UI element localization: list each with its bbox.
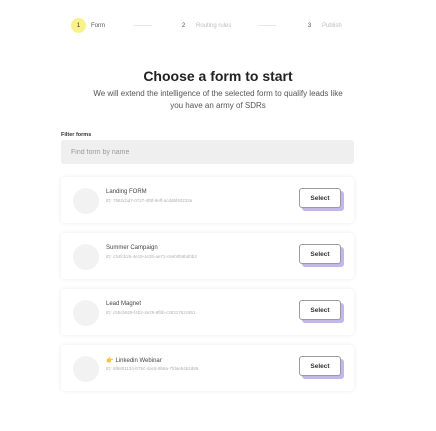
form-card: Landing FORM ID: 7582cbd7-0727-4f8f-9eff… xyxy=(61,177,354,223)
select-button[interactable]: Select xyxy=(299,244,341,264)
form-name: Landing FORM xyxy=(106,189,147,195)
form-id: ID: c34fcb26-4e19-4c2b-ae71-c6eb0b6bd0b2 xyxy=(106,254,197,259)
form-id: ID: 7582cbd7-0727-4f8f-9eff-acdd6f40233a xyxy=(106,198,193,203)
select-button[interactable]: Select xyxy=(299,356,341,376)
step-label: Routing rules xyxy=(196,22,232,29)
form-id: ID: c55cb929-f4b2-4e29-8fbb-c2831762c861 xyxy=(106,310,196,315)
form-id: ID: 6f6801134-b75c-4ac6-9b8a-7fdae54b2d6… xyxy=(106,366,199,371)
filter-label: Filter forms xyxy=(61,132,92,138)
step-number: 3 xyxy=(307,22,312,29)
progress-stepper: 1 Form 2 Routing rules 3 Publish xyxy=(0,16,436,36)
step-divider xyxy=(258,25,276,26)
step-divider xyxy=(134,25,152,26)
form-name-text: Linkedin Webinar xyxy=(115,358,162,364)
form-name: 👉 Linkedin Webinar xyxy=(106,357,162,364)
form-card: Lead Magnet ID: c55cb929-f4b2-4e29-8fbb-… xyxy=(61,289,354,335)
step-number: 1 xyxy=(71,18,86,33)
step-label: Form xyxy=(91,22,105,29)
form-thumbnail xyxy=(73,300,99,326)
step-routing-rules: 2 Routing rules xyxy=(176,18,232,33)
form-card: 👉 Linkedin Webinar ID: 6f6801134-b75c-4ac… xyxy=(61,345,354,391)
form-thumbnail xyxy=(73,188,99,214)
filter-search-input[interactable] xyxy=(61,140,354,164)
page-subtitle: We will extend the intelligence of the s… xyxy=(93,89,343,110)
select-button[interactable]: Select xyxy=(299,188,341,208)
select-button[interactable]: Select xyxy=(299,300,341,320)
step-number: 2 xyxy=(181,22,186,29)
step-form: 1 Form xyxy=(71,18,105,33)
form-name: Lead Magnet xyxy=(106,301,142,307)
step-label: Publish xyxy=(322,22,342,29)
form-thumbnail xyxy=(73,356,99,382)
form-thumbnail xyxy=(73,244,99,270)
form-card: Summer Campaign ID: c34fcb26-4e19-4c2b-a… xyxy=(61,233,354,279)
page-title: Choose a form to start xyxy=(143,68,293,84)
form-name: Summer Campaign xyxy=(106,245,158,251)
pointing-hand-icon: 👉 xyxy=(106,358,114,364)
step-publish: 3 Publish xyxy=(302,18,342,33)
